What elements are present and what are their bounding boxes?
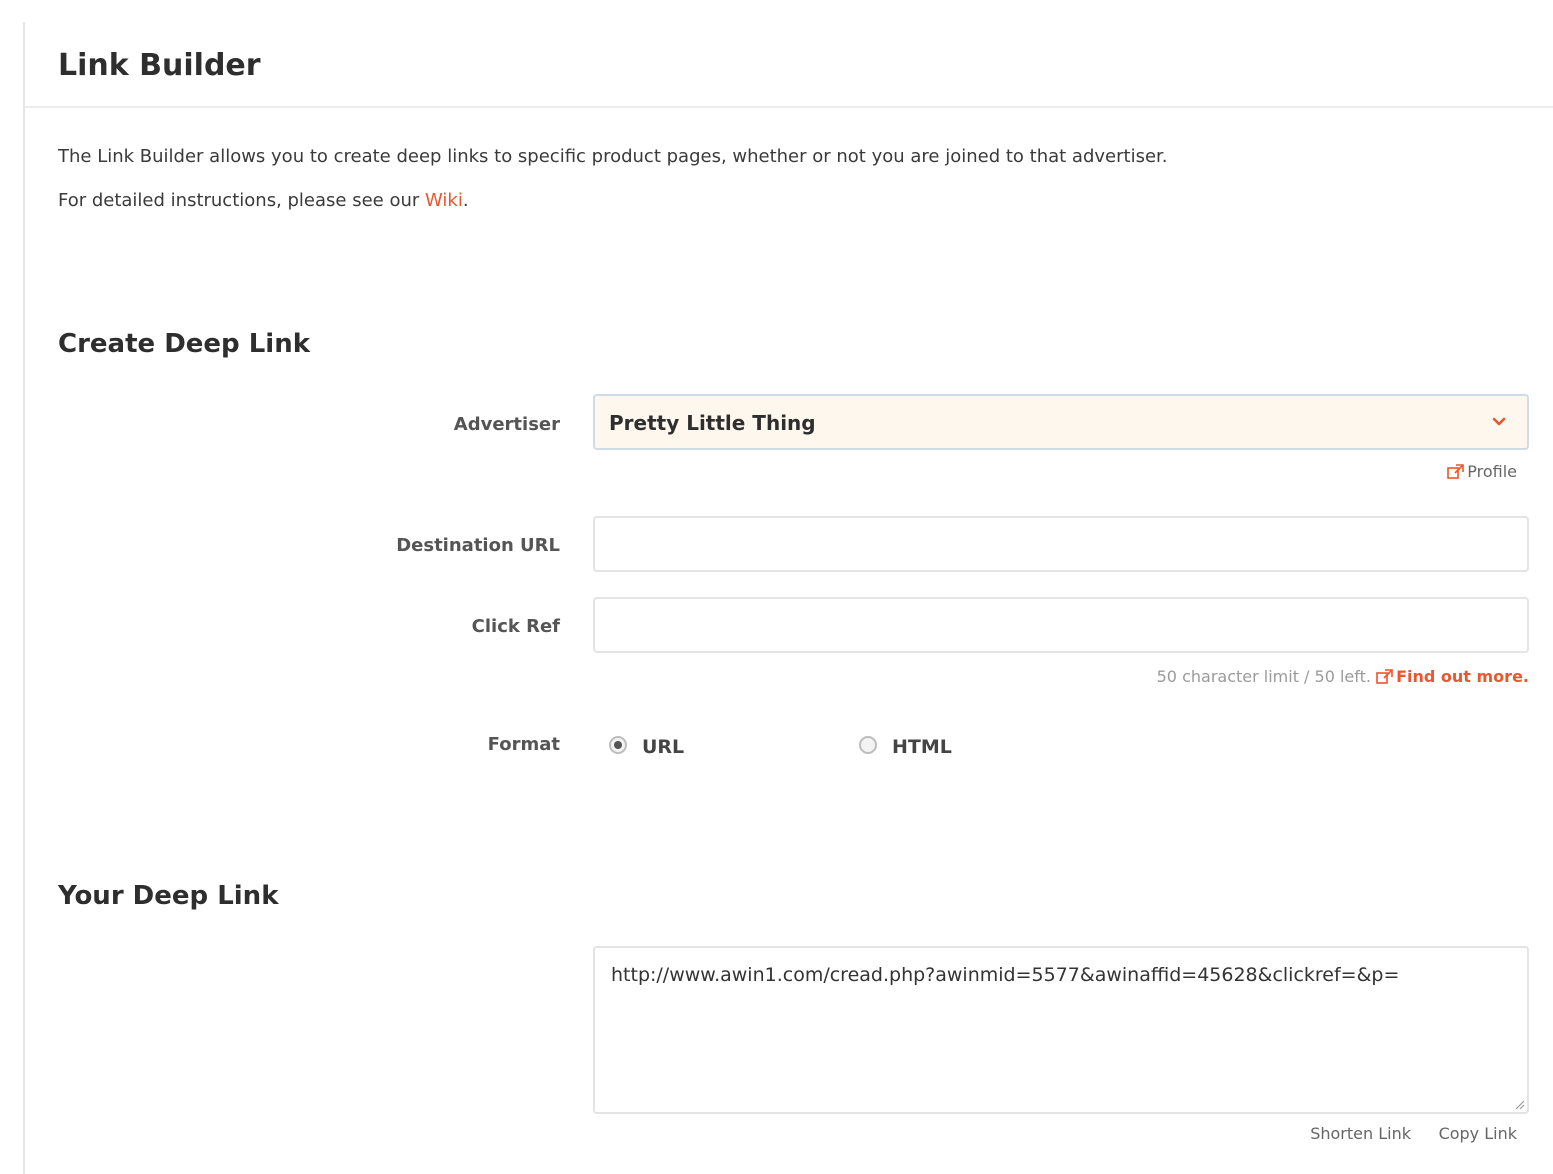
wiki-link[interactable]: Wiki: [425, 190, 463, 211]
intro-text: The Link Builder allows you to create de…: [58, 146, 1168, 167]
intro-instructions: For detailed instructions, please see ou…: [58, 189, 469, 213]
external-link-icon: [1376, 669, 1393, 684]
profile-link-label: Profile: [1467, 462, 1517, 481]
link-builder-page: Link Builder The Link Builder allows you…: [0, 0, 1553, 1174]
chevron-down-icon: [1492, 417, 1506, 426]
header-divider: [25, 106, 1553, 108]
advertiser-selected-value: Pretty Little Thing: [609, 411, 816, 435]
radio-dot: [614, 741, 622, 749]
external-link-icon: [1447, 464, 1465, 479]
advertiser-select[interactable]: Pretty Little Thing: [593, 394, 1529, 450]
character-limit-text: 50 character limit / 50 left.: [1156, 667, 1371, 686]
profile-link[interactable]: Profile: [1447, 462, 1517, 482]
resize-handle-icon[interactable]: [1513, 1098, 1525, 1110]
destination-url-label: Destination URL: [396, 535, 560, 556]
radio-button[interactable]: [859, 736, 877, 754]
format-option-label: URL: [642, 736, 685, 758]
radio-button-selected[interactable]: [609, 736, 627, 754]
page-title: Link Builder: [58, 48, 261, 83]
shorten-link-button[interactable]: Shorten Link: [1310, 1124, 1411, 1144]
deep-link-text: http://www.awin1.com/cread.php?awinmid=5…: [611, 964, 1400, 986]
left-divider: [23, 22, 25, 1174]
click-ref-hint: 50 character limit / 50 left. Find out m…: [1157, 666, 1529, 688]
click-ref-input[interactable]: [593, 597, 1529, 653]
find-out-more-link[interactable]: Find out more.: [1376, 667, 1529, 686]
create-deep-link-heading: Create Deep Link: [58, 329, 310, 359]
find-out-more-label: Find out more.: [1396, 667, 1529, 686]
format-option-label: HTML: [892, 736, 952, 758]
intro-instructions-suffix: .: [462, 190, 469, 211]
copy-link-button[interactable]: Copy Link: [1439, 1124, 1517, 1144]
format-label: Format: [487, 734, 560, 755]
destination-url-input[interactable]: [593, 516, 1529, 572]
deep-link-output[interactable]: http://www.awin1.com/cread.php?awinmid=5…: [593, 946, 1529, 1114]
intro-instructions-prefix: For detailed instructions, please see ou…: [58, 190, 426, 211]
your-deep-link-heading: Your Deep Link: [58, 881, 279, 911]
click-ref-label: Click Ref: [471, 616, 560, 637]
advertiser-label: Advertiser: [453, 414, 560, 435]
